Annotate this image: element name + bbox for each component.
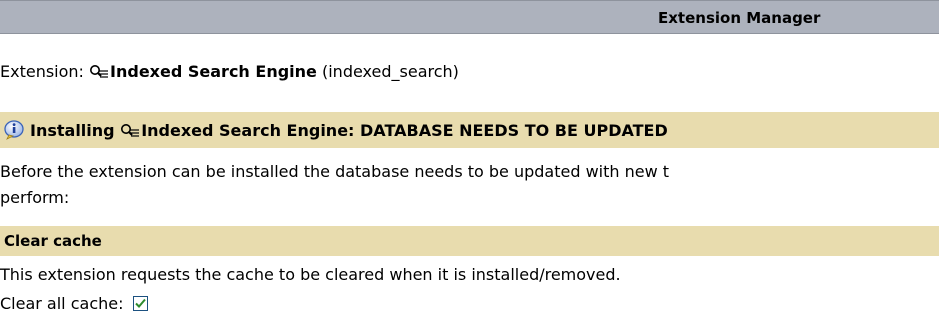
- extension-manager-panel: Extension Manager Extension: Indexed Sea…: [0, 0, 939, 321]
- search-index-icon: [89, 64, 109, 84]
- clear-cache-band: [0, 226, 939, 256]
- extension-label: Extension:: [0, 62, 84, 81]
- description-line-2: perform:: [0, 188, 70, 207]
- header-bar: Extension Manager: [0, 0, 939, 34]
- extension-info: Extension: Indexed Search Engine (indexe…: [0, 62, 459, 84]
- clear-cache-checkbox[interactable]: [132, 296, 148, 311]
- clear-cache-option: Clear all cache:: [0, 294, 148, 313]
- extension-name: Indexed Search Engine: [110, 62, 317, 81]
- install-extension-name: Indexed Search Engine: [141, 121, 349, 140]
- clear-cache-heading: Clear cache: [4, 232, 102, 250]
- install-status: : DATABASE NEEDS TO BE UPDATED: [348, 121, 668, 140]
- install-notice: Installing Indexed Search Engine: DATABA…: [4, 120, 668, 144]
- extension-key: (indexed_search): [321, 62, 459, 81]
- clear-cache-message: This extension requests the cache to be …: [0, 265, 621, 284]
- description-line-1: Before the extension can be installed th…: [0, 162, 670, 181]
- page-title: Extension Manager: [658, 9, 821, 27]
- info-icon: [4, 120, 26, 144]
- clear-cache-label: Clear all cache:: [0, 294, 124, 313]
- install-prefix: Installing: [30, 121, 115, 140]
- checkmark-icon: [134, 298, 146, 308]
- search-index-icon: [120, 123, 140, 143]
